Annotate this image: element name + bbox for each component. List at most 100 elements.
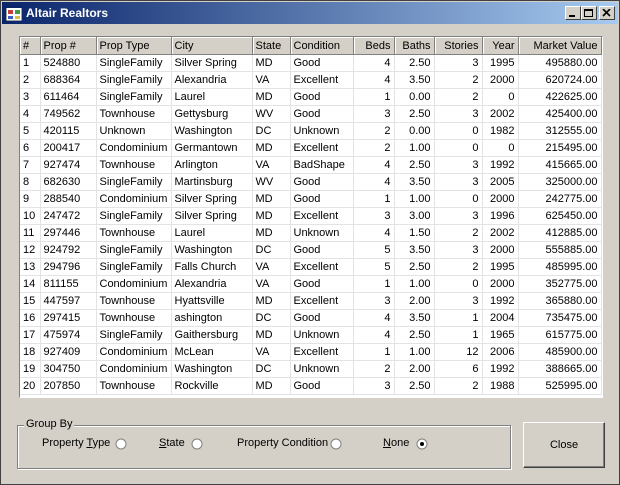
col-header-state[interactable]: State: [252, 37, 291, 55]
table-cell[interactable]: Good: [290, 275, 354, 293]
table-cell[interactable]: 0: [482, 139, 519, 157]
table-cell[interactable]: Good: [290, 190, 354, 208]
table-cell[interactable]: 2.50: [394, 377, 435, 395]
table-cell[interactable]: 620724.00: [518, 71, 602, 89]
col-header-baths[interactable]: Baths: [394, 37, 435, 55]
radio-label-property-type[interactable]: Property Type: [42, 437, 110, 449]
radio-label-none[interactable]: None: [383, 437, 409, 449]
table-row[interactable]: 17 475974 SingleFamily Gaithersburg MD Unknow…: [20, 326, 602, 344]
table-cell[interactable]: Good: [290, 309, 354, 327]
table-cell[interactable]: SingleFamily: [96, 326, 172, 344]
table-cell[interactable]: 1.50: [394, 224, 435, 242]
table-cell[interactable]: DC: [252, 309, 291, 327]
table-cell[interactable]: Unknown: [290, 122, 354, 140]
table-cell[interactable]: Germantown: [171, 139, 253, 157]
table-cell[interactable]: 1965: [482, 326, 519, 344]
table-cell[interactable]: 5: [353, 241, 395, 259]
table-cell[interactable]: DC: [252, 122, 291, 140]
table-cell[interactable]: SingleFamily: [96, 207, 172, 225]
table-cell[interactable]: 1: [353, 275, 395, 293]
radio-property-type[interactable]: [115, 438, 127, 450]
table-cell[interactable]: MD: [252, 377, 291, 395]
col-header-prop-number[interactable]: Prop #: [40, 37, 97, 55]
table-cell[interactable]: Good: [290, 377, 354, 395]
table-cell[interactable]: 0: [434, 122, 483, 140]
col-header-index[interactable]: #: [20, 37, 41, 55]
table-cell[interactable]: 525995.00: [518, 377, 602, 395]
table-cell[interactable]: 297446: [40, 224, 97, 242]
close-button[interactable]: Close: [523, 422, 605, 468]
table-cell[interactable]: 611464: [40, 88, 97, 106]
col-header-beds[interactable]: Beds: [353, 37, 395, 55]
table-cell[interactable]: Excellent: [290, 258, 354, 276]
table-cell[interactable]: Alexandria: [171, 275, 253, 293]
table-cell[interactable]: 2.50: [394, 105, 435, 123]
table-cell[interactable]: 4: [353, 173, 395, 191]
table-cell[interactable]: 14: [20, 275, 41, 293]
table-cell[interactable]: Silver Spring: [171, 54, 253, 72]
table-cell[interactable]: MD: [252, 139, 291, 157]
table-cell[interactable]: 1.00: [394, 139, 435, 157]
table-cell[interactable]: 3: [434, 173, 483, 191]
table-cell[interactable]: 2004: [482, 309, 519, 327]
table-cell[interactable]: VA: [252, 343, 291, 361]
table-cell[interactable]: 2005: [482, 173, 519, 191]
table-cell[interactable]: 5: [20, 122, 41, 140]
table-cell[interactable]: 3: [353, 207, 395, 225]
table-cell[interactable]: Silver Spring: [171, 207, 253, 225]
table-cell[interactable]: 6: [20, 139, 41, 157]
table-row[interactable]: 13 294796 SingleFamily Falls Church VA Excell…: [20, 258, 602, 276]
table-row[interactable]: 9 288540 Condominium Silver Spring MD Good 1 1.…: [20, 190, 602, 208]
table-cell[interactable]: McLean: [171, 343, 253, 361]
table-cell[interactable]: 2006: [482, 343, 519, 361]
table-cell[interactable]: Laurel: [171, 88, 253, 106]
table-cell[interactable]: DC: [252, 360, 291, 378]
table-cell[interactable]: 927474: [40, 156, 97, 174]
table-cell[interactable]: 412885.00: [518, 224, 602, 242]
table-cell[interactable]: 1.00: [394, 275, 435, 293]
table-cell[interactable]: 3.50: [394, 309, 435, 327]
table-cell[interactable]: 2.50: [394, 156, 435, 174]
table-cell[interactable]: 2: [353, 139, 395, 157]
table-cell[interactable]: Condominium: [96, 275, 172, 293]
table-cell[interactable]: 2002: [482, 224, 519, 242]
table-cell[interactable]: WV: [252, 173, 291, 191]
table-cell[interactable]: 3: [353, 105, 395, 123]
table-cell[interactable]: 11: [20, 224, 41, 242]
table-cell[interactable]: MD: [252, 88, 291, 106]
table-cell[interactable]: 420115: [40, 122, 97, 140]
table-cell[interactable]: 297415: [40, 309, 97, 327]
table-cell[interactable]: 2: [353, 360, 395, 378]
table-cell[interactable]: Townhouse: [96, 224, 172, 242]
table-cell[interactable]: 0.00: [394, 122, 435, 140]
col-header-year[interactable]: Year: [482, 37, 519, 55]
table-cell[interactable]: 1992: [482, 156, 519, 174]
table-row[interactable]: 7 927474 Townhouse Arlington VA BadShape 4 2.50…: [20, 156, 602, 174]
table-cell[interactable]: 13: [20, 258, 41, 276]
table-cell[interactable]: SingleFamily: [96, 71, 172, 89]
table-cell[interactable]: MD: [252, 54, 291, 72]
table-cell[interactable]: 1: [434, 309, 483, 327]
table-row[interactable]: 20 207850 Townhouse Rockville MD Good 3 2.50 2 19…: [20, 377, 602, 395]
table-cell[interactable]: 3: [434, 156, 483, 174]
table-cell[interactable]: 1992: [482, 360, 519, 378]
col-header-city[interactable]: City: [171, 37, 253, 55]
table-cell[interactable]: 1: [434, 326, 483, 344]
table-cell[interactable]: 20: [20, 377, 41, 395]
table-cell[interactable]: Townhouse: [96, 309, 172, 327]
table-cell[interactable]: 4: [20, 105, 41, 123]
table-cell[interactable]: 2000: [482, 71, 519, 89]
table-cell[interactable]: 688364: [40, 71, 97, 89]
table-cell[interactable]: Unknown: [96, 122, 172, 140]
table-cell[interactable]: 2000: [482, 241, 519, 259]
table-cell[interactable]: Townhouse: [96, 105, 172, 123]
table-cell[interactable]: MD: [252, 207, 291, 225]
table-cell[interactable]: WV: [252, 105, 291, 123]
table-cell[interactable]: 0.00: [394, 88, 435, 106]
table-cell[interactable]: 12: [20, 241, 41, 259]
table-cell[interactable]: 1: [20, 54, 41, 72]
table-cell[interactable]: 3: [434, 207, 483, 225]
table-cell[interactable]: Good: [290, 88, 354, 106]
table-cell[interactable]: 2: [434, 258, 483, 276]
table-cell[interactable]: 485900.00: [518, 343, 602, 361]
